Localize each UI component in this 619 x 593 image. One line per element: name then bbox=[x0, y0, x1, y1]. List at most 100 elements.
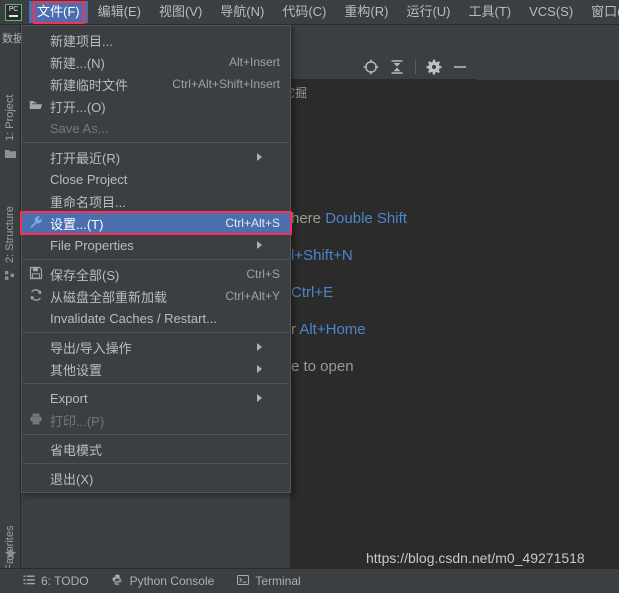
hint-label: here bbox=[291, 210, 322, 227]
status-bar-label: Python Console bbox=[129, 574, 215, 588]
menu-item-new-project[interactable]: 新建项目... bbox=[22, 29, 290, 51]
menu-bar-item-window[interactable]: 窗口(W) bbox=[583, 1, 619, 23]
collapse-all-icon[interactable] bbox=[387, 57, 407, 77]
python-icon bbox=[111, 574, 124, 589]
status-bar: 6: TODO Python Console Terminal bbox=[0, 568, 619, 593]
tool-window-header-bg bbox=[291, 25, 476, 55]
status-bar-label: Terminal bbox=[255, 574, 301, 588]
sidebar-item-project[interactable]: 1: Project bbox=[0, 67, 21, 141]
submenu-arrow-icon bbox=[257, 343, 280, 351]
menu-item-other-settings[interactable]: 其他设置 bbox=[22, 358, 290, 380]
menu-item-export-import-settings[interactable]: 导出/导入操作 bbox=[22, 336, 290, 358]
menu-item-settings[interactable]: 设置...(T) Ctrl+Alt+S bbox=[22, 212, 290, 234]
menu-bar-item-view[interactable]: 视图(V) bbox=[151, 1, 210, 23]
menu-item-shortcut: Ctrl+S bbox=[246, 267, 280, 281]
hint-shortcut: Double Shift bbox=[325, 210, 407, 227]
menu-separator bbox=[23, 142, 289, 143]
menu-item-export[interactable]: Export bbox=[22, 387, 290, 409]
menu-item-label: 保存全部(S) bbox=[50, 267, 120, 283]
menu-item-shortcut: Ctrl+Alt+Shift+Insert bbox=[172, 77, 280, 91]
minimize-icon[interactable] bbox=[450, 57, 470, 77]
toolbar-separator bbox=[415, 60, 416, 74]
menu-bar-item-edit[interactable]: 编辑(E) bbox=[90, 1, 149, 23]
menu-item-label: 其他设置 bbox=[50, 362, 103, 378]
file-menu-dropdown[interactable]: 新建项目... 新建...(N) Alt+Insert 新建临时文件 Ctrl+… bbox=[21, 25, 291, 493]
hint-row: here Double Shift bbox=[291, 207, 619, 244]
status-bar-item-todo[interactable]: 6: TODO bbox=[22, 574, 89, 589]
menu-item-reload-all-from-disk[interactable]: 从磁盘全部重新加载 Ctrl+Alt+Y bbox=[22, 285, 290, 307]
menu-item-label: 新建...(N) bbox=[50, 55, 105, 71]
status-bar-item-python-console[interactable]: Python Console bbox=[111, 574, 215, 589]
folder-open-icon bbox=[28, 98, 44, 114]
logo-text: PC bbox=[8, 5, 19, 13]
menu-item-label: Save As... bbox=[50, 120, 109, 136]
submenu-arrow-icon bbox=[257, 153, 280, 161]
menu-bar-item-code[interactable]: 代码(C) bbox=[274, 1, 334, 23]
menu-item-open[interactable]: 打开...(O) bbox=[22, 95, 290, 117]
menu-item-shortcut: Ctrl+Alt+S bbox=[225, 216, 280, 230]
menu-item-new-scratch-file[interactable]: 新建临时文件 Ctrl+Alt+Shift+Insert bbox=[22, 73, 290, 95]
menu-item-label: 打开最近(R) bbox=[50, 150, 121, 166]
menu-item-label: 设置...(T) bbox=[50, 216, 104, 232]
submenu-arrow-icon bbox=[257, 394, 280, 402]
menu-item-label: Invalidate Caches / Restart... bbox=[50, 310, 217, 326]
menu-item-print: 打印...(P) bbox=[22, 409, 290, 431]
editor-hints: here Double Shift l+Shift+N Ctrl+E r Alt… bbox=[291, 207, 619, 392]
project-toolbar bbox=[291, 55, 476, 80]
star-icon bbox=[4, 547, 17, 560]
submenu-arrow-icon bbox=[257, 365, 280, 373]
menu-item-label: 从磁盘全部重新加载 bbox=[50, 289, 168, 305]
menu-bar-item-run[interactable]: 运行(U) bbox=[398, 1, 458, 23]
print-icon bbox=[28, 412, 44, 428]
hint-label: e to open bbox=[291, 358, 354, 375]
menu-item-close-project[interactable]: Close Project bbox=[22, 168, 290, 190]
menu-item-power-save-mode[interactable]: 省电模式 bbox=[22, 438, 290, 460]
menu-separator bbox=[23, 259, 289, 260]
structure-icon bbox=[4, 269, 17, 282]
terminal-icon bbox=[236, 574, 249, 589]
menu-item-new[interactable]: 新建...(N) Alt+Insert bbox=[22, 51, 290, 73]
menu-item-exit[interactable]: 退出(X) bbox=[22, 467, 290, 489]
locate-target-icon[interactable] bbox=[361, 57, 381, 77]
menu-item-save-as: Save As... bbox=[22, 117, 290, 139]
menu-bar-item-file[interactable]: 文件(F) bbox=[29, 1, 88, 23]
menu-item-shortcut: Ctrl+Alt+Y bbox=[225, 289, 280, 303]
status-bar-label: 6: TODO bbox=[41, 574, 89, 588]
watermark-text: https://blog.csdn.net/m0_49271518 bbox=[366, 550, 585, 566]
menu-separator bbox=[23, 463, 289, 464]
menu-bar-item-tools[interactable]: 工具(T) bbox=[460, 1, 519, 23]
menu-item-label: 重命名项目... bbox=[50, 194, 126, 210]
menu-bar-item-navigate[interactable]: 导航(N) bbox=[212, 1, 272, 23]
menu-item-invalidate-caches[interactable]: Invalidate Caches / Restart... bbox=[22, 307, 290, 329]
menu-item-label: Export bbox=[50, 390, 88, 406]
menu-item-label: 导出/导入操作 bbox=[50, 340, 132, 356]
menu-item-save-all[interactable]: 保存全部(S) Ctrl+S bbox=[22, 263, 290, 285]
status-bar-item-terminal[interactable]: Terminal bbox=[236, 574, 301, 589]
pycharm-window: here Double Shift l+Shift+N Ctrl+E r Alt… bbox=[0, 0, 619, 593]
menu-separator bbox=[23, 383, 289, 384]
menu-item-label: Close Project bbox=[50, 171, 128, 187]
menu-item-label: File Properties bbox=[50, 237, 134, 253]
menu-item-file-properties[interactable]: File Properties bbox=[22, 234, 290, 256]
menu-item-rename-project[interactable]: 重命名项目... bbox=[22, 190, 290, 212]
menu-item-label: 打开...(O) bbox=[50, 99, 106, 115]
sidebar-item-structure[interactable]: 2: Structure bbox=[0, 173, 21, 263]
hint-row: l+Shift+N bbox=[291, 244, 619, 281]
gear-icon[interactable] bbox=[424, 57, 444, 77]
menu-item-label: 新建项目... bbox=[50, 33, 113, 49]
hint-row: Ctrl+E bbox=[291, 281, 619, 318]
menu-item-label: 新建临时文件 bbox=[50, 77, 129, 93]
todo-list-icon bbox=[22, 574, 35, 589]
menu-bar-item-vcs[interactable]: VCS(S) bbox=[521, 1, 581, 23]
menu-separator bbox=[23, 434, 289, 435]
menu-item-open-recent[interactable]: 打开最近(R) bbox=[22, 146, 290, 168]
menu-item-label: 省电模式 bbox=[50, 442, 103, 458]
hint-label: r bbox=[291, 321, 296, 338]
reload-icon bbox=[28, 288, 44, 304]
menu-bar: PC 文件(F) 编辑(E) 视图(V) 导航(N) 代码(C) 重构(R) 运… bbox=[0, 0, 619, 25]
folder-icon bbox=[4, 147, 17, 160]
menu-bar-item-refactor[interactable]: 重构(R) bbox=[336, 1, 396, 23]
hint-row: r Alt+Home bbox=[291, 318, 619, 355]
menu-item-label: 打印...(P) bbox=[50, 413, 105, 429]
menu-item-shortcut: Alt+Insert bbox=[228, 55, 280, 69]
